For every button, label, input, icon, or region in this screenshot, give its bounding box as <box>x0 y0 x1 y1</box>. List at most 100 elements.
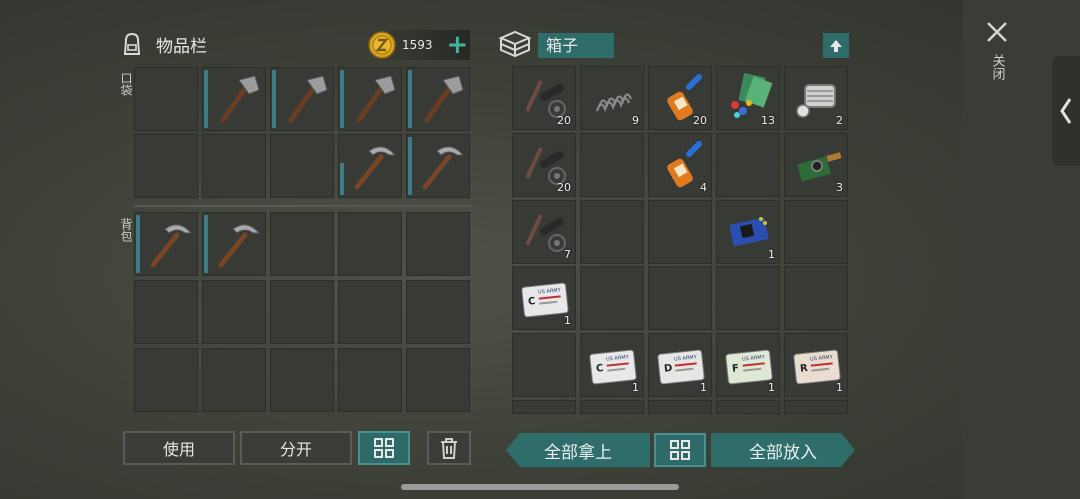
trash-icon <box>441 438 457 459</box>
pocket-slot-axe[interactable] <box>406 67 470 131</box>
item-count: 3 <box>836 181 843 194</box>
pickaxe-icon <box>150 224 193 268</box>
item-count: 1 <box>700 381 707 394</box>
box-slot[interactable] <box>580 400 644 414</box>
hatchet-icon <box>220 75 260 123</box>
box-slot[interactable] <box>648 266 712 330</box>
box-slot-item[interactable]: 20 <box>648 66 712 130</box>
box-slot-item[interactable]: R US ARMY 1 <box>784 333 848 397</box>
box-slot[interactable] <box>784 200 848 264</box>
arrow-up-icon <box>830 39 842 52</box>
box-title[interactable]: 箱子 <box>538 33 614 58</box>
box-slot[interactable] <box>512 333 576 397</box>
close-label: 关闭 <box>989 54 1005 80</box>
sort-inventory-button[interactable] <box>358 431 410 465</box>
box-slot[interactable] <box>716 266 780 330</box>
box-slot[interactable] <box>716 133 780 197</box>
pocket-slot-axe[interactable] <box>202 67 266 131</box>
box-slot[interactable] <box>580 266 644 330</box>
svg-text:F: F <box>732 363 740 375</box>
backpack-slot[interactable] <box>338 212 402 276</box>
backpack-slot[interactable] <box>406 212 470 276</box>
item-count: 2 <box>836 114 843 127</box>
pocket-slot-axe[interactable] <box>270 67 334 131</box>
box-slot[interactable] <box>784 400 848 414</box>
box-slot[interactable] <box>784 266 848 330</box>
box-slot-item[interactable]: 4 <box>648 133 712 197</box>
backpack-slot[interactable] <box>134 348 198 412</box>
chevron-left-icon <box>1060 98 1072 124</box>
item-count: 1 <box>768 381 775 394</box>
box-slot-item[interactable]: C US ARMY 1 <box>512 266 576 330</box>
use-button[interactable]: 使用 <box>123 431 235 465</box>
box-slot[interactable] <box>648 200 712 264</box>
coin-counter: 1593 + <box>368 30 470 60</box>
box-slot-item[interactable]: 9 <box>580 66 644 130</box>
add-coins-button[interactable]: + <box>447 32 469 58</box>
svg-text:C: C <box>596 363 604 375</box>
pickaxe-icon <box>218 224 261 268</box>
backpack-slot[interactable] <box>202 348 266 412</box>
sort-box-button[interactable] <box>654 433 706 467</box>
close-button[interactable]: 关闭 <box>980 20 1014 100</box>
coin-amount: 1593 <box>402 38 433 52</box>
coin-icon <box>368 31 396 59</box>
pocket-slot[interactable] <box>202 134 266 198</box>
box-icon <box>498 30 532 58</box>
pocket-slot-pickaxe[interactable] <box>406 134 470 198</box>
box-slot-item[interactable]: 7 <box>512 200 576 264</box>
item-count: 7 <box>564 248 571 261</box>
split-button[interactable]: 分开 <box>240 431 352 465</box>
box-slot-item[interactable]: 20 <box>512 133 576 197</box>
inventory-header: 物品栏 <box>118 30 207 58</box>
backpack-slot[interactable] <box>270 348 334 412</box>
pocket-slot[interactable] <box>134 67 198 131</box>
box-slot-item[interactable]: D US ARMY 1 <box>648 333 712 397</box>
backpack-slot-pickaxe[interactable] <box>202 212 266 276</box>
item-count: 20 <box>557 114 571 127</box>
box-slot-item[interactable]: C US ARMY 1 <box>580 333 644 397</box>
box-slot-item[interactable]: 13 <box>716 66 780 130</box>
upload-button[interactable] <box>823 33 849 58</box>
hatchet-icon <box>288 75 328 123</box>
pocket-label: 口袋 <box>119 72 133 96</box>
backpack-slot[interactable] <box>406 348 470 412</box>
backpack-slot[interactable] <box>406 280 470 344</box>
pocket-slot-pickaxe[interactable] <box>338 134 402 198</box>
item-count: 13 <box>761 114 775 127</box>
pocket-slot[interactable] <box>270 134 334 198</box>
backpack-slot[interactable] <box>338 348 402 412</box>
box-slot-item[interactable]: 3 <box>784 133 848 197</box>
pickaxe-icon <box>354 146 397 190</box>
trash-button[interactable] <box>427 431 471 465</box>
put-all-button[interactable]: 全部放入 <box>711 433 855 467</box>
backpack-slot-pickaxe[interactable] <box>134 212 198 276</box>
box-slot[interactable] <box>580 133 644 197</box>
grid-icon <box>374 438 394 458</box>
expand-panel-button[interactable] <box>1052 56 1080 166</box>
box-slot-item[interactable]: 1 <box>716 200 780 264</box>
close-icon <box>987 22 1007 42</box>
take-all-label: 全部拿上 <box>544 442 612 463</box>
box-slot[interactable] <box>580 200 644 264</box>
box-slot-item[interactable]: F US ARMY 1 <box>716 333 780 397</box>
backpack-slot[interactable] <box>134 280 198 344</box>
backpack-slot[interactable] <box>270 212 334 276</box>
svg-text:D: D <box>664 363 673 375</box>
backpack-slot[interactable] <box>202 280 266 344</box>
backpack-slot[interactable] <box>338 280 402 344</box>
take-all-button[interactable]: 全部拿上 <box>506 433 650 467</box>
item-count: 4 <box>700 181 707 194</box>
pocket-slot-axe[interactable] <box>338 67 402 131</box>
svg-text:R: R <box>800 363 809 375</box>
item-count: 1 <box>836 381 843 394</box>
pickaxe-icon <box>422 146 465 190</box>
box-slot-item[interactable]: 20 <box>512 66 576 130</box>
box-slot-item[interactable]: 2 <box>784 66 848 130</box>
pocket-slot[interactable] <box>134 134 198 198</box>
item-count: 9 <box>632 114 639 127</box>
box-slot[interactable] <box>512 400 576 414</box>
backpack-slot[interactable] <box>270 280 334 344</box>
box-slot[interactable] <box>716 400 780 414</box>
box-slot[interactable] <box>648 400 712 414</box>
